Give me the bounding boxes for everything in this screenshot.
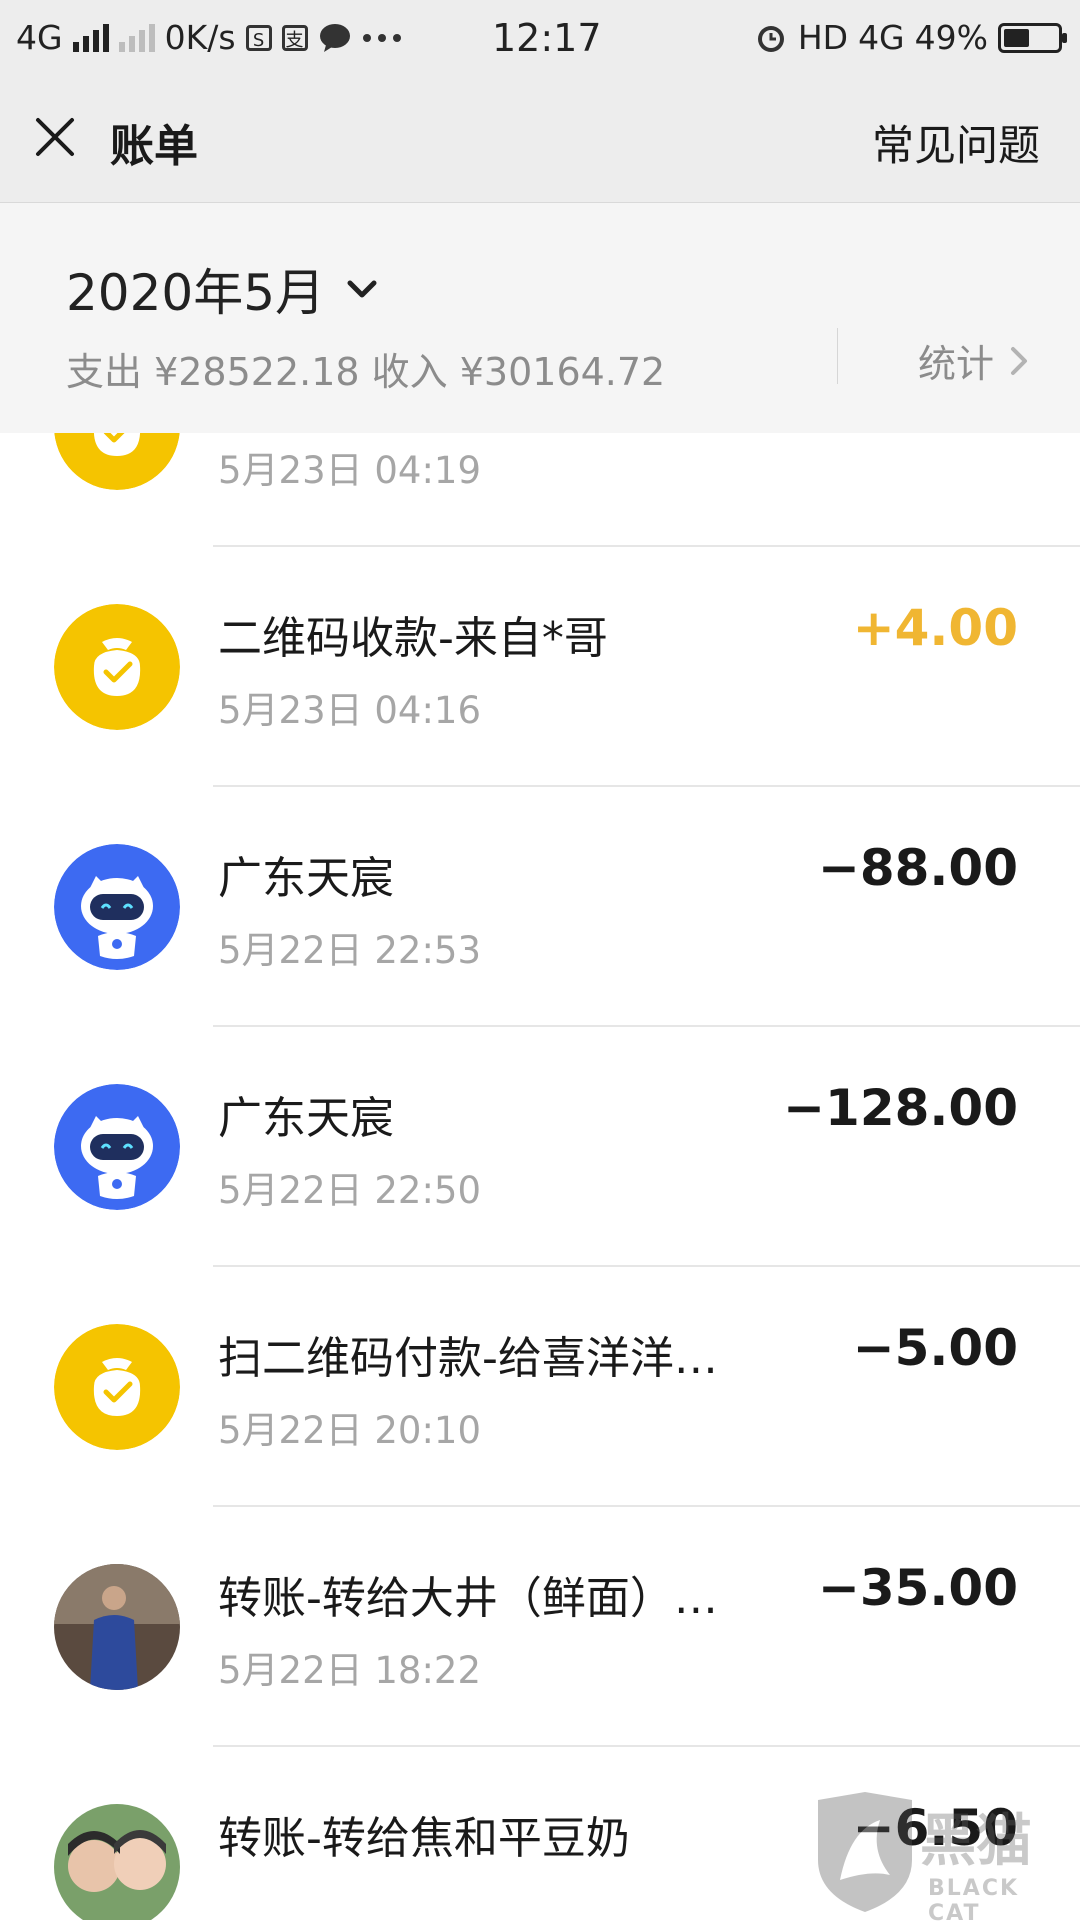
network-type-right: 4G — [858, 18, 905, 57]
transaction-row[interactable]: 广东天宸 5月22日 22:53 −88.00 — [0, 787, 1080, 1027]
signal-dim-icon — [118, 23, 155, 52]
robot-icon — [54, 844, 180, 970]
faq-link[interactable]: 常见问题 — [872, 112, 1040, 173]
signal-icon — [72, 23, 109, 52]
month-selector[interactable]: 2020年5月 — [66, 253, 377, 325]
transaction-amount: −5.00 — [852, 1319, 1018, 1377]
transaction-date: 5月22日 20:10 — [218, 1409, 482, 1452]
transaction-date: 5月22日 22:50 — [218, 1169, 482, 1212]
alarm-icon — [757, 25, 784, 52]
hd-indicator: HD — [797, 18, 849, 57]
close-icon[interactable] — [32, 114, 78, 160]
transaction-amount: −88.00 — [817, 839, 1018, 897]
chat-icon — [319, 23, 350, 52]
watermark: 黑猫 BLACK CAT — [810, 1790, 1080, 1926]
transaction-row[interactable]: 扫二维码付款-给喜洋洋… 5月22日 20:10 −5.00 — [0, 1267, 1080, 1507]
transaction-name: 转账-转给焦和平豆奶 — [218, 1813, 630, 1864]
transaction-row[interactable]: 二维码收款-来自*大5月23日 04:19+5.50 — [0, 433, 1080, 547]
chevron-right-icon — [1011, 346, 1027, 375]
transaction-name: 扫二维码付款-给喜洋洋… — [218, 1333, 718, 1384]
battery-icon — [998, 22, 1067, 53]
month-totals: 支出 ¥28522.18 收入 ¥30164.72 — [66, 350, 666, 394]
transaction-amount: +4.00 — [852, 599, 1018, 657]
page-title: 账单 — [110, 121, 198, 172]
status-time: 12:17 — [492, 16, 602, 60]
transaction-date: 5月23日 04:16 — [218, 689, 482, 732]
transaction-date: 5月22日 22:53 — [218, 929, 482, 972]
wechat-pay-icon — [54, 433, 180, 490]
transaction-amount: −35.00 — [817, 1559, 1018, 1617]
divider — [837, 328, 838, 384]
transaction-row[interactable]: 广东天宸 5月22日 22:50 −128.00 — [0, 1027, 1080, 1267]
network-speed: 0K/s — [164, 18, 236, 57]
transaction-row[interactable]: 转账-转给大井（鲜面）… 5月22日 18:22 −35.00 — [0, 1507, 1080, 1747]
status-right: HD 4G 49% — [754, 18, 1067, 57]
stats-label: 统计 — [917, 342, 994, 386]
watermark-text: 黑猫 — [920, 1809, 1032, 1874]
transaction-name: 转账-转给大井（鲜面）… — [218, 1573, 718, 1624]
transaction-name: 广东天宸 — [218, 1093, 394, 1144]
transaction-date: 5月23日 04:19 — [218, 449, 482, 492]
transaction-name: 广东天宸 — [218, 853, 394, 904]
app-s-icon: S — [245, 24, 272, 51]
chevron-down-icon — [347, 280, 377, 298]
network-type: 4G — [16, 18, 63, 57]
bill-summary: 2020年5月 支出 ¥28522.18 收入 ¥30164.72 统计 — [0, 203, 1080, 433]
status-bar: 4G 0K/s S 支 12:17 HD 4G 49% — [0, 0, 1080, 76]
avatar — [54, 1804, 180, 1920]
battery-percent: 49% — [914, 18, 988, 57]
black-cat-logo — [818, 1792, 912, 1912]
transaction-name: 二维码收款-来自*哥 — [218, 613, 608, 664]
avatar — [54, 1564, 180, 1690]
nav-bar: 账单 常见问题 — [0, 76, 1080, 203]
status-left: 4G 0K/s S 支 — [16, 18, 402, 57]
alipay-icon: 支 — [281, 24, 308, 51]
stats-button[interactable]: 统计 — [918, 333, 1028, 388]
transaction-list[interactable]: 二维码收款-来自*大5月23日 04:19+5.50 二维码收款-来自*哥 5月23… — [0, 433, 1080, 1920]
watermark-sub: BLACK CAT — [928, 1876, 1020, 1926]
wechat-pay-icon — [54, 604, 180, 730]
month-label: 2020年5月 — [66, 264, 326, 322]
robot-icon — [54, 1084, 180, 1210]
transaction-date: 5月22日 18:22 — [218, 1649, 482, 1692]
transaction-row[interactable]: 二维码收款-来自*哥 5月23日 04:16 +4.00 — [0, 547, 1080, 787]
wechat-pay-icon — [54, 1324, 180, 1450]
transaction-amount: −128.00 — [783, 1079, 1018, 1137]
more-icon — [362, 33, 401, 42]
battery-fill — [1004, 28, 1029, 47]
